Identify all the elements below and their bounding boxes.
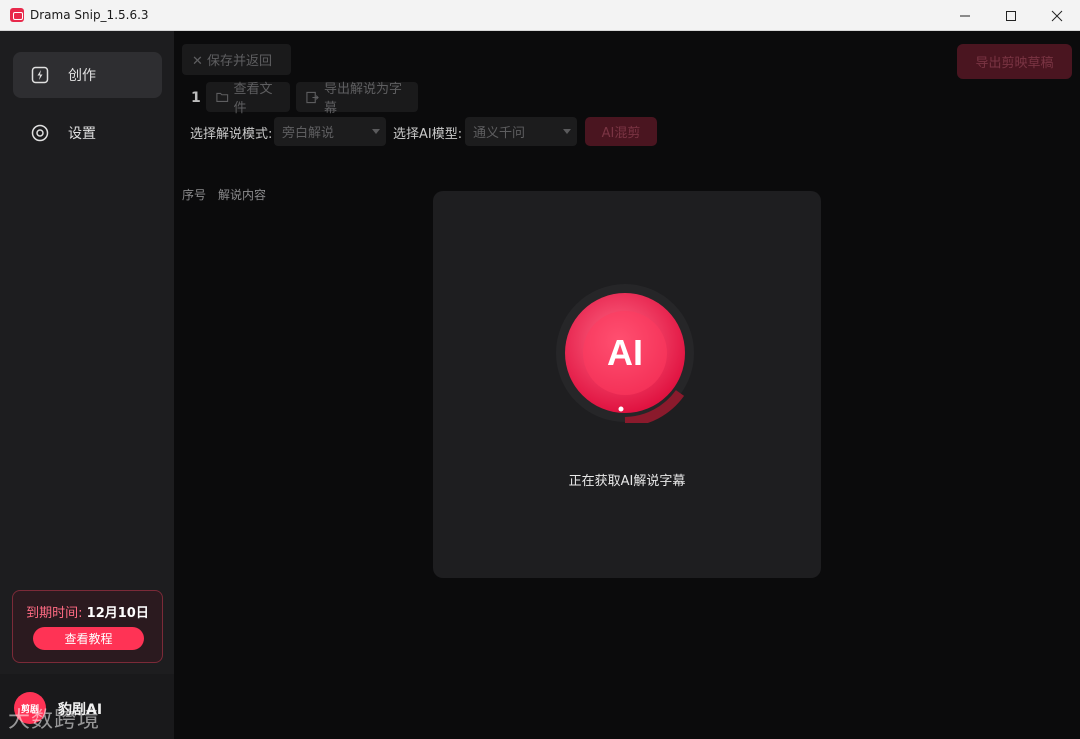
column-header-index: 序号 <box>182 188 207 202</box>
close-icon <box>1051 10 1063 21</box>
mode-select-value: 旁白解说 <box>282 126 335 141</box>
minimize-icon <box>960 15 970 16</box>
sidebar-item-label: 创作 <box>68 68 96 84</box>
view-file-button[interactable]: 查看文件 <box>206 82 290 116</box>
mode-label: 选择解说模式: <box>190 127 273 142</box>
expire-card: 到期时间: 12月10日 查看教程 <box>12 590 163 663</box>
export-subtitle-label: 导出解说为字幕 <box>323 82 402 116</box>
mode-select[interactable]: 旁白解说 <box>274 117 386 146</box>
column-header-content: 解说内容 <box>218 188 267 202</box>
window-title: Drama Snip_1.5.6.3 <box>30 8 149 22</box>
close-button[interactable] <box>1034 0 1080 31</box>
settings-icon <box>31 124 49 142</box>
sidebar: 创作 设置 到期时间: 12月10日 查看教程 剪剧 豹剧AI <box>0 31 174 739</box>
save-return-button[interactable]: ✕ 保存并返回 <box>182 44 291 75</box>
export-icon <box>306 91 319 103</box>
app-logo-icon <box>10 8 24 22</box>
export-draft-button[interactable]: 导出剪映草稿 <box>957 44 1072 79</box>
expire-date: 12月10日 <box>86 606 149 621</box>
loading-dialog: AI 正在获取AI解说字幕 <box>433 191 821 578</box>
ai-logo-text: AI <box>607 332 643 373</box>
title-bar: Drama Snip_1.5.6.3 <box>0 0 1080 31</box>
sidebar-item-settings[interactable]: 设置 <box>13 110 162 156</box>
minimize-button[interactable] <box>942 0 988 31</box>
sidebar-item-label: 设置 <box>68 126 96 142</box>
loading-status-text: 正在获取AI解说字幕 <box>568 474 686 489</box>
model-select[interactable]: 通义千问 <box>465 117 577 146</box>
sidebar-item-create[interactable]: 创作 <box>13 52 162 98</box>
chevron-down-icon <box>563 129 571 134</box>
watermark: 大数跨境 <box>8 708 101 733</box>
model-label: 选择AI模型: <box>393 127 463 142</box>
expire-label: 到期时间: <box>26 606 83 621</box>
ai-cut-button[interactable]: AI混剪 <box>585 117 657 146</box>
export-subtitle-button[interactable]: 导出解说为字幕 <box>296 82 418 116</box>
episode-index: 1 <box>191 90 201 106</box>
ai-loading-icon: AI <box>556 284 694 423</box>
model-select-value: 通义千问 <box>473 126 526 141</box>
window-controls <box>942 0 1080 31</box>
view-tutorial-button[interactable]: 查看教程 <box>33 627 144 650</box>
folder-icon <box>216 92 229 103</box>
chevron-down-icon <box>372 129 380 134</box>
lightning-icon <box>31 66 49 84</box>
maximize-button[interactable] <box>988 0 1034 31</box>
maximize-icon <box>1006 10 1016 21</box>
expire-info: 到期时间: 12月10日 <box>13 602 162 621</box>
view-file-label: 查看文件 <box>233 82 273 116</box>
